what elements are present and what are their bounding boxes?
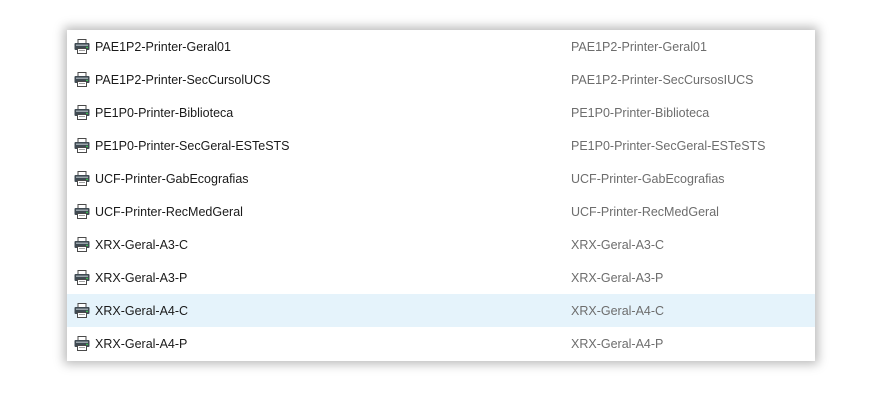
printer-icon [74,171,90,186]
printer-description: PAE1P2-Printer-SecCursosIUCS [571,72,754,87]
printer-icon [74,237,90,252]
printer-name: PAE1P2-Printer-SecCursolUCS [95,72,271,87]
printer-icon [74,204,90,219]
printer-list: PAE1P2-Printer-Geral01 PAE1P2-Printer-Ge… [67,30,815,361]
printer-name: PE1P0-Printer-Biblioteca [95,105,234,120]
printer-name: XRX-Geral-A4-P [95,336,188,351]
printer-row[interactable]: UCF-Printer-RecMedGeral UCF-Printer-RecM… [67,195,815,228]
printer-row[interactable]: XRX-Geral-A3-P XRX-Geral-A3-P [67,261,815,294]
printer-description: UCF-Printer-RecMedGeral [571,204,719,219]
printer-name: UCF-Printer-RecMedGeral [95,204,243,219]
printer-icon [74,336,90,351]
printer-icon [74,138,90,153]
printer-row[interactable]: PAE1P2-Printer-Geral01 PAE1P2-Printer-Ge… [67,30,815,63]
printer-name: XRX-Geral-A3-P [95,270,188,285]
printer-icon [74,72,90,87]
printer-name: XRX-Geral-A4-C [95,303,189,318]
printer-name: PE1P0-Printer-SecGeral-ESTeSTS [95,138,290,153]
printer-description: XRX-Geral-A3-P [571,270,664,285]
printer-description: PE1P0-Printer-SecGeral-ESTeSTS [571,138,766,153]
printer-row-selected[interactable]: XRX-Geral-A4-C XRX-Geral-A4-C [67,294,815,327]
printer-description: PAE1P2-Printer-Geral01 [571,39,707,54]
printer-description: XRX-Geral-A3-C [571,237,665,252]
printer-icon [74,303,90,318]
printer-description: UCF-Printer-GabEcografias [571,171,725,186]
printer-icon [74,105,90,120]
printer-row[interactable]: PE1P0-Printer-SecGeral-ESTeSTS PE1P0-Pri… [67,129,815,162]
printer-row[interactable]: PAE1P2-Printer-SecCursolUCS PAE1P2-Print… [67,63,815,96]
printer-row[interactable]: UCF-Printer-GabEcografias UCF-Printer-Ga… [67,162,815,195]
printer-description: XRX-Geral-A4-C [571,303,665,318]
printer-row[interactable]: PE1P0-Printer-Biblioteca PE1P0-Printer-B… [67,96,815,129]
printer-row[interactable]: XRX-Geral-A3-C XRX-Geral-A3-C [67,228,815,261]
printer-row[interactable]: XRX-Geral-A4-P XRX-Geral-A4-P [67,327,815,360]
printer-description: XRX-Geral-A4-P [571,336,664,351]
printer-icon [74,270,90,285]
printer-name: PAE1P2-Printer-Geral01 [95,39,231,54]
printer-name: XRX-Geral-A3-C [95,237,189,252]
printer-description: PE1P0-Printer-Biblioteca [571,105,710,120]
printer-name: UCF-Printer-GabEcografias [95,171,249,186]
printer-icon [74,39,90,54]
